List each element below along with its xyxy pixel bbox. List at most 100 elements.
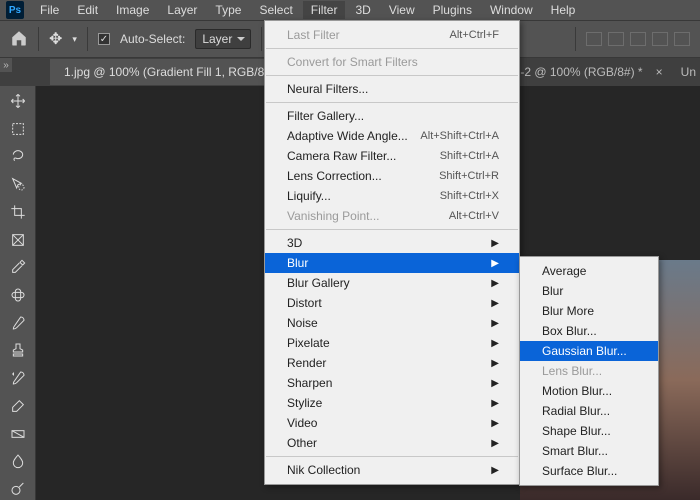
blur-submenu-item[interactable]: Radial Blur... [520,401,658,421]
crop-tool-icon[interactable] [5,201,31,223]
tab-inactive[interactable]: ed-2 @ 100% (RGB/8#) * × [493,59,677,85]
separator [266,75,518,76]
blur-submenu-item[interactable]: Average [520,261,658,281]
layer-select[interactable]: Layer [195,29,251,49]
autoselect-checkbox[interactable] [98,33,110,45]
blur-submenu-item[interactable]: Surface Blur... [520,461,658,481]
home-icon[interactable] [10,29,28,50]
move-dropdown-icon[interactable]: ▾ [72,34,77,45]
blur-submenu-item[interactable]: Blur [520,281,658,301]
marquee-tool-icon[interactable] [5,118,31,140]
stamp-tool-icon[interactable] [5,340,31,362]
submenu-arrow-icon: ▶ [491,418,499,429]
eraser-tool-icon[interactable] [5,395,31,417]
filter-menu-item[interactable]: Blur Gallery▶ [265,273,519,293]
menu-layer[interactable]: Layer [159,1,205,19]
separator [266,48,518,49]
filter-menu-item[interactable]: Lens Correction...Shift+Ctrl+R [265,166,519,186]
lasso-tool-icon[interactable] [5,145,31,167]
menu-view[interactable]: View [381,1,423,19]
menubar: Ps FileEditImageLayerTypeSelectFilter3DV… [0,0,700,20]
divider [575,27,576,51]
shortcut-label: Alt+Ctrl+V [449,210,499,222]
divider [87,27,88,51]
filter-menu-item[interactable]: Other▶ [265,433,519,453]
filter-menu: Last FilterAlt+Ctrl+FConvert for Smart F… [264,20,520,485]
filter-menu-item[interactable]: Stylize ▶ [265,393,519,413]
filter-menu-item[interactable]: Video▶ [265,413,519,433]
blur-submenu-item[interactable]: Gaussian Blur... [520,341,658,361]
eyedropper-tool-icon[interactable] [5,256,31,278]
move-tool-icon[interactable]: ✥ [49,29,62,49]
menu-help[interactable]: Help [543,1,584,19]
menu-item-label: Camera Raw Filter... [287,149,396,163]
menu-item-label: Last Filter [287,28,340,42]
blur-submenu-item[interactable]: Shape Blur... [520,421,658,441]
filter-menu-item[interactable]: Noise▶ [265,313,519,333]
separator [266,102,518,103]
brush-tool-icon[interactable] [5,312,31,334]
menu-type[interactable]: Type [207,1,249,19]
menu-file[interactable]: File [32,1,67,19]
menu-window[interactable]: Window [482,1,541,19]
blur-submenu-item[interactable]: Motion Blur... [520,381,658,401]
menu-edit[interactable]: Edit [69,1,106,19]
blur-submenu-item[interactable]: Smart Blur... [520,441,658,461]
menu-item-label: Render [287,356,326,370]
filter-menu-item[interactable]: Adaptive Wide Angle... Alt+Shift+Ctrl+A [265,126,519,146]
filter-menu-item[interactable]: 3D▶ [265,233,519,253]
menu-item-label: Nik Collection [287,463,360,477]
shortcut-label: Alt+Shift+Ctrl+A [420,130,499,142]
filter-menu-item[interactable]: Nik Collection ▶ [265,460,519,480]
filter-menu-item[interactable]: Pixelate ▶ [265,333,519,353]
menu-item-label: Surface Blur... [542,464,617,478]
gradient-tool-icon[interactable] [5,423,31,445]
submenu-arrow-icon: ▶ [491,258,499,269]
filter-menu-item[interactable]: Blur▶ [265,253,519,273]
filter-menu-item[interactable]: Distort▶ [265,293,519,313]
submenu-arrow-icon: ▶ [491,358,499,369]
dodge-tool-icon[interactable] [5,478,31,500]
menu-item-label: Stylize [287,396,322,410]
submenu-arrow-icon: ▶ [491,465,499,476]
submenu-arrow-icon: ▶ [491,298,499,309]
blur-submenu-item[interactable]: Box Blur... [520,321,658,341]
submenu-arrow-icon: ▶ [491,338,499,349]
close-icon[interactable]: × [656,65,663,79]
divider [261,27,262,51]
filter-menu-item[interactable]: Camera Raw Filter...Shift+Ctrl+A [265,146,519,166]
move-tool-icon[interactable] [5,90,31,112]
menu-item-label: Filter Gallery... [287,109,364,123]
app-logo: Ps [6,1,24,19]
submenu-arrow-icon: ▶ [491,318,499,329]
menu-plugins[interactable]: Plugins [425,1,480,19]
submenu-arrow-icon: ▶ [491,398,499,409]
blur-submenu-item: Lens Blur... [520,361,658,381]
menu-filter[interactable]: Filter [303,1,346,19]
filter-menu-item[interactable]: Liquify...Shift+Ctrl+X [265,186,519,206]
menu-3d[interactable]: 3D [347,1,378,19]
filter-menu-item[interactable]: Render ▶ [265,353,519,373]
healing-tool-icon[interactable] [5,284,31,306]
menu-image[interactable]: Image [108,1,157,19]
menu-item-label: Blur More [542,304,594,318]
menu-item-label: Pixelate [287,336,330,350]
shortcut-label: Shift+Ctrl+R [439,170,499,182]
align-controls[interactable] [586,32,690,46]
filter-menu-item[interactable]: Neural Filters... [265,79,519,99]
separator [266,229,518,230]
separator [266,456,518,457]
history-brush-tool-icon[interactable] [5,367,31,389]
filter-menu-item[interactable]: Sharpen▶ [265,373,519,393]
expand-panels-icon[interactable]: » [0,58,12,72]
frame-tool-icon[interactable] [5,229,31,251]
tab-inactive-clipped[interactable]: Un [677,59,700,85]
blur-submenu-item[interactable]: Blur More [520,301,658,321]
menu-item-label: Smart Blur... [542,444,608,458]
blur-tool-icon[interactable] [5,451,31,473]
menu-item-label: Adaptive Wide Angle... [287,129,408,143]
filter-menu-item[interactable]: Filter Gallery... [265,106,519,126]
quick-select-tool-icon[interactable] [5,173,31,195]
menu-item-label: Other [287,436,317,450]
menu-select[interactable]: Select [251,1,300,19]
